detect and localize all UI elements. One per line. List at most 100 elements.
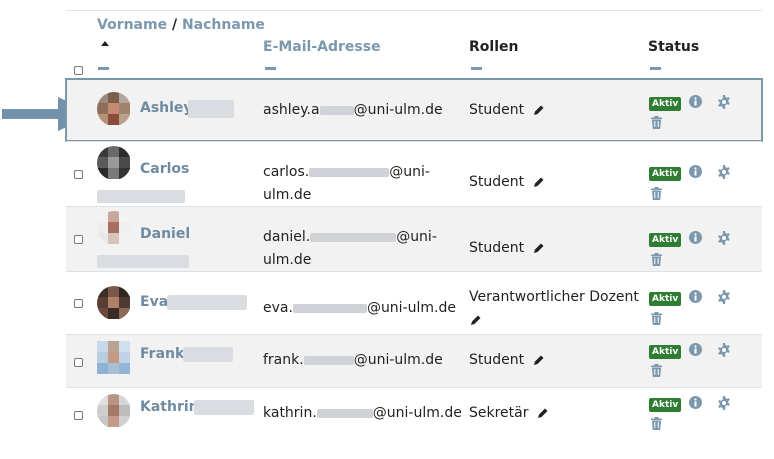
user-role: Student [469, 171, 545, 194]
user-email: kathrin. @uni-ulm.de [263, 402, 462, 425]
info-icon[interactable] [689, 396, 702, 409]
sort-by-nachname-link[interactable]: Nachname [182, 17, 265, 33]
gear-icon[interactable] [717, 290, 731, 304]
pencil-icon[interactable] [533, 104, 545, 116]
row-checkbox[interactable] [74, 411, 83, 420]
email-column-filter-handle[interactable] [265, 67, 276, 70]
redacted-last-name [167, 295, 247, 310]
avatar [97, 92, 131, 126]
user-name-link[interactable]: Ashley [140, 100, 193, 116]
gear-icon[interactable] [717, 396, 731, 410]
pencil-icon[interactable] [470, 314, 482, 326]
row-checkbox[interactable] [74, 299, 83, 308]
user-role: Sekretär [469, 402, 549, 425]
user-role: Student [469, 349, 545, 372]
email-domain: @uni-ulm.de [353, 352, 443, 368]
user-name-link[interactable]: Kathrin [140, 399, 199, 415]
email-local-part: kathrin. [263, 405, 317, 421]
avatar [97, 341, 131, 375]
trash-icon[interactable] [651, 253, 662, 266]
user-email: carlos. @uni- ulm.de [263, 161, 430, 207]
user-name-link[interactable]: Carlos [140, 161, 189, 177]
pencil-icon[interactable] [533, 354, 545, 366]
info-icon[interactable] [689, 95, 702, 108]
trash-icon[interactable] [651, 364, 662, 377]
info-icon[interactable] [689, 231, 702, 244]
status-badge: Aktiv [649, 292, 682, 306]
redacted-last-name [194, 400, 254, 415]
name-column-filter-handle[interactable] [98, 67, 109, 70]
redacted-last-name [188, 100, 234, 118]
user-role: Student [469, 99, 545, 122]
trash-icon[interactable] [651, 312, 662, 325]
email-column-header[interactable]: E-Mail-Adresse [263, 39, 381, 55]
redacted-last-name [97, 255, 189, 268]
row-checkbox[interactable] [74, 170, 83, 179]
user-name-link[interactable]: Frank [140, 346, 184, 362]
table-row[interactable]: Carlos carlos. @uni- ulm.de Student Aktiv [66, 141, 762, 206]
table-row[interactable]: Kathrin kathrin. @uni-ulm.de Sekretär Akt… [66, 387, 762, 440]
user-email: ashley.a @uni-ulm.de [263, 99, 443, 122]
user-role: Verantwortlicher Dozent [469, 286, 639, 332]
status-badge: Aktiv [649, 167, 682, 181]
user-name-link[interactable]: Eva [140, 294, 168, 310]
table-row[interactable]: Frank frank. @uni-ulm.de Student Aktiv [66, 334, 762, 387]
info-icon[interactable] [689, 290, 702, 303]
table-row[interactable]: Daniel daniel. @uni- ulm.de Student Aktiv [66, 206, 762, 271]
gear-icon[interactable] [717, 343, 731, 357]
avatar [97, 394, 131, 428]
trash-icon[interactable] [651, 187, 662, 200]
email-domain-wrap: ulm.de [263, 187, 312, 203]
info-icon[interactable] [689, 165, 702, 178]
user-role: Student [469, 237, 545, 260]
email-domain: @uni-ulm.de [372, 405, 462, 421]
table-row[interactable]: Eva eva. @uni-ulm.de Verantwortlicher Doz… [66, 271, 762, 334]
name-column-header: Vorname / Nachname [97, 17, 265, 33]
user-name-link[interactable]: Daniel [140, 226, 190, 242]
roles-column-filter-handle[interactable] [471, 67, 482, 70]
pencil-icon[interactable] [537, 407, 549, 419]
email-domain: @uni-ulm.de [366, 300, 456, 316]
trash-icon[interactable] [651, 116, 662, 129]
status-badge: Aktiv [649, 398, 682, 412]
role-label: Student [469, 102, 525, 118]
row-checkbox[interactable] [74, 358, 83, 367]
email-domain: @uni-ulm.de [353, 102, 443, 118]
sort-by-vorname-link[interactable]: Vorname [97, 17, 167, 33]
pencil-icon[interactable] [533, 176, 545, 188]
status-badge: Aktiv [649, 97, 682, 111]
pencil-icon[interactable] [533, 242, 545, 254]
header-separator: / [171, 17, 178, 33]
redacted-last-name [183, 347, 233, 362]
email-local-part: ashley.a [263, 102, 320, 118]
role-label: Sekretär [469, 405, 529, 421]
user-email: daniel. @uni- ulm.de [263, 226, 437, 272]
gear-icon[interactable] [717, 95, 731, 109]
row-checkbox[interactable] [74, 235, 83, 244]
table-header: Vorname / Nachname E-Mail-Adresse Rollen… [66, 10, 762, 79]
roles-column-header: Rollen [469, 39, 519, 55]
role-label: Student [469, 352, 525, 368]
table-row[interactable]: Ashley ashley.a @uni-ulm.de Student Aktiv [65, 78, 763, 142]
redacted-last-name [97, 190, 185, 203]
gear-icon[interactable] [717, 165, 731, 179]
email-local-part: eva. [263, 300, 293, 316]
email-local-part: daniel. [263, 229, 311, 245]
user-email: eva. @uni-ulm.de [263, 297, 456, 320]
sort-up-icon[interactable] [101, 41, 109, 46]
status-badge: Aktiv [649, 233, 682, 247]
trash-icon[interactable] [651, 417, 662, 430]
email-local-part: carlos. [263, 164, 310, 180]
gear-icon[interactable] [717, 231, 731, 245]
email-domain: @uni- [389, 164, 430, 180]
avatar [97, 211, 131, 245]
email-local-part: frank. [263, 352, 304, 368]
role-label: Verantwortlicher Dozent [469, 289, 639, 305]
info-icon[interactable] [689, 343, 702, 356]
select-all-checkbox[interactable] [74, 66, 83, 75]
status-column-filter-handle[interactable] [650, 67, 661, 70]
status-column-header: Status [648, 39, 700, 55]
email-domain: @uni- [396, 229, 437, 245]
avatar [97, 286, 131, 320]
user-email: frank. @uni-ulm.de [263, 349, 443, 372]
